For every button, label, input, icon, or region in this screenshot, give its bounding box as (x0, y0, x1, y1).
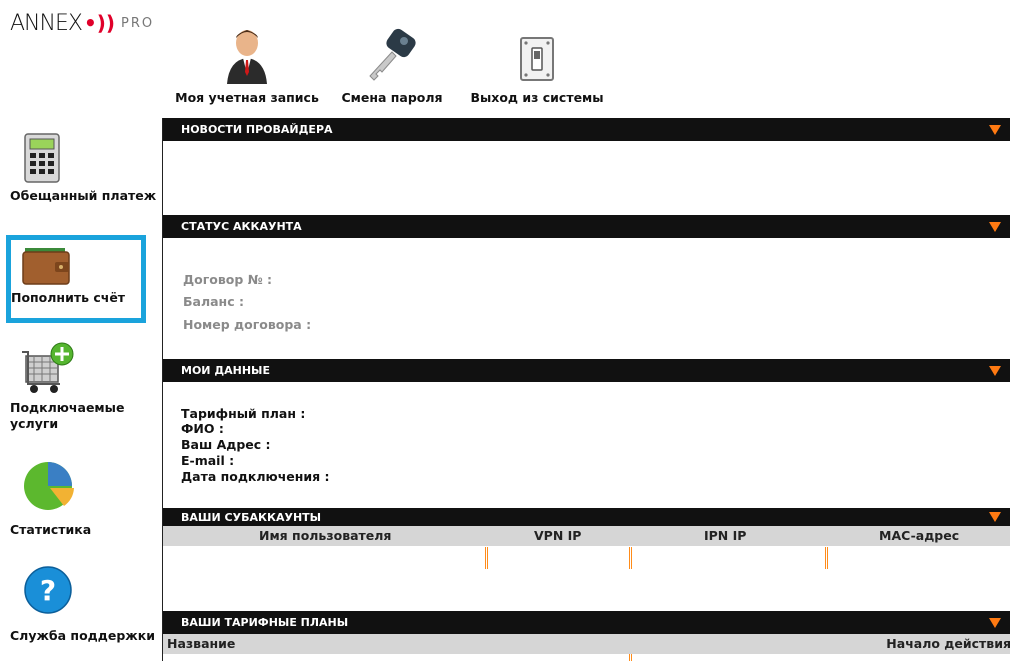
key-icon (362, 22, 422, 84)
tariff-label: Тарифный план : (181, 406, 306, 421)
my-data-title: МОИ ДАННЫЕ (181, 364, 270, 377)
logo-suffix: PRO (121, 15, 155, 31)
column-divider (825, 547, 828, 569)
balance-label: Баланс : (183, 294, 244, 309)
tariff-plans-title: ВАШИ ТАРИФНЫЕ ПЛАНЫ (181, 616, 349, 629)
collapse-triangle-icon[interactable] (989, 366, 1001, 376)
sidebar-item-promised-payment[interactable]: Обещанный платеж (0, 132, 160, 204)
sidebar-item-label: Пополнить счёт (11, 290, 126, 305)
sidebar-item-top-up[interactable]: Пополнить счёт (6, 235, 146, 323)
logo-signal-icon: •)) (83, 11, 116, 35)
sidebar-item-label: Статистика (10, 522, 92, 537)
column-username: Имя пользователя (259, 528, 392, 543)
news-section-header[interactable]: НОВОСТИ ПРОВАЙДЕРА (163, 118, 1010, 141)
column-mac-address: MAC-адрес (879, 528, 960, 543)
main-panel: НОВОСТИ ПРОВАЙДЕРА СТАТУС АККАУНТА Догов… (162, 118, 1010, 661)
address-label: Ваш Адрес : (181, 437, 271, 452)
power-switch-icon (507, 22, 567, 84)
collapse-triangle-icon[interactable] (989, 222, 1001, 232)
calculator-icon (0, 132, 160, 188)
tariff-table-header: Название Начало действия (163, 634, 1010, 654)
column-divider (485, 547, 488, 569)
subaccounts-header[interactable]: ВАШИ СУБАККАУНТЫ (163, 508, 1010, 526)
sidebar-item-statistics[interactable]: Статистика (0, 456, 160, 538)
collapse-triangle-icon[interactable] (989, 618, 1001, 628)
my-data-header[interactable]: МОИ ДАННЫЕ (163, 359, 1010, 382)
contract-label: Договор № : (183, 272, 273, 287)
change-password-button[interactable]: Смена пароля (322, 22, 462, 105)
column-start-date: Начало действия (886, 636, 1010, 651)
sidebar-item-label: Служба поддержки (10, 628, 155, 643)
column-divider (629, 654, 632, 661)
top-navigation: Моя учетная запись Смена пароля Выход из… (172, 22, 612, 105)
help-icon: ? (0, 564, 160, 620)
column-ipn-ip: IPN IP (704, 528, 747, 543)
account-status-header[interactable]: СТАТУС АККАУНТА (163, 215, 1010, 238)
sidebar-item-label: Обещанный платеж (10, 188, 157, 203)
svg-text:?: ? (40, 574, 56, 607)
column-vpn-ip: VPN IP (534, 528, 582, 543)
sidebar-item-label: Подключаемые услуги (10, 400, 125, 431)
sidebar-item-support[interactable]: ? Служба поддержки (0, 564, 160, 644)
fio-label: ФИО : (181, 421, 224, 436)
user-account-icon (217, 22, 277, 84)
logout-label: Выход из системы (470, 90, 604, 105)
column-name: Название (167, 636, 236, 651)
email-label: E-mail : (181, 453, 235, 468)
logo-brand: ANNEX (10, 10, 83, 36)
wallet-icon (11, 240, 141, 290)
pie-chart-icon (0, 456, 160, 516)
contract-number-label: Номер договора : (183, 317, 312, 332)
column-divider (629, 547, 632, 569)
my-account-button[interactable]: Моя учетная запись (172, 22, 322, 105)
collapse-triangle-icon[interactable] (989, 125, 1001, 135)
news-section-title: НОВОСТИ ПРОВАЙДЕРА (181, 123, 333, 136)
change-password-label: Смена пароля (341, 90, 443, 105)
subaccounts-table-header: Имя пользователя VPN IP IPN IP MAC-адрес (163, 526, 1010, 546)
collapse-triangle-icon[interactable] (989, 512, 1001, 522)
my-account-label: Моя учетная запись (175, 90, 319, 105)
subaccounts-title: ВАШИ СУБАККАУНТЫ (181, 511, 322, 524)
sidebar-item-services[interactable]: Подключаемые услуги (0, 342, 160, 432)
annex-logo: ANNEX •)) PRO (10, 8, 154, 38)
tariff-plans-header[interactable]: ВАШИ ТАРИФНЫЕ ПЛАНЫ (163, 611, 1010, 634)
account-status-title: СТАТУС АККАУНТА (181, 220, 302, 233)
cart-add-icon (0, 342, 160, 400)
logout-button[interactable]: Выход из системы (462, 22, 612, 105)
connected-date-label: Дата подключения : (181, 469, 330, 484)
